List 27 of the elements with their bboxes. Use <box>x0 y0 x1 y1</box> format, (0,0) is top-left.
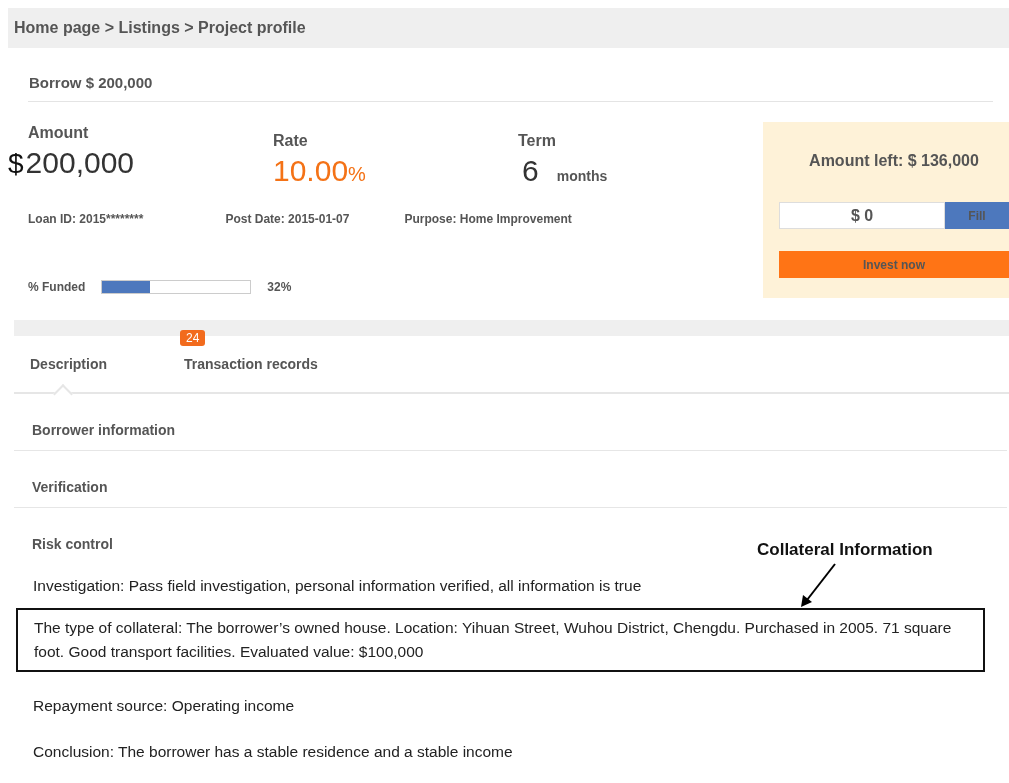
loan-detail: Post Date: 2015-01-07 <box>225 212 350 226</box>
loan-detail: Purpose: Home Improvement <box>404 212 572 226</box>
section-heading[interactable]: Risk control <box>32 536 113 552</box>
paragraph: Investigation: Pass field investigation, personal information verified, all information is true <box>33 576 642 596</box>
breadcrumb[interactable]: Home page > Listings > Project profile <box>14 19 306 37</box>
count-badge: 24 <box>180 330 206 346</box>
funded-reading: 32% <box>267 280 292 294</box>
amount-input-field[interactable]: $ 0 <box>779 202 945 229</box>
paragraph: Conclusion: The borrower has a stable residence and a stable income <box>33 742 513 762</box>
paragraph: Repayment source: Operating income <box>33 696 295 716</box>
funded-label: % Funded <box>28 280 86 294</box>
currency-sign: $ <box>8 148 24 180</box>
amount-left: Amount left: $ 136,000 <box>808 152 980 170</box>
stat-label: Amount <box>28 124 90 142</box>
highlighted-paragraph: The type of collateral: The borrower’s owned house. Location: Yihuan Street, Wuhou District, Chengdu. Purchased in 2005. 71 square foot. Good transport facilities. Evaluated value: $100,000 <box>16 608 985 672</box>
stat-value: 10.00 <box>273 154 349 188</box>
annotation-label: Collateral Information <box>757 540 933 560</box>
stat-unit: months <box>556 168 608 184</box>
loan-title: Borrow $ 200,000 <box>28 48 993 102</box>
section-heading[interactable]: Borrower information <box>32 422 176 438</box>
stat-value: 200,000 <box>25 146 135 180</box>
stat-label: Rate <box>273 132 309 150</box>
loan-detail: Loan ID: 2015******** <box>28 212 144 226</box>
stat-value: 6 <box>522 154 539 188</box>
stat-unit: % <box>348 163 366 186</box>
stat-label: Term <box>518 132 557 150</box>
section-heading[interactable]: Verification <box>32 479 108 495</box>
